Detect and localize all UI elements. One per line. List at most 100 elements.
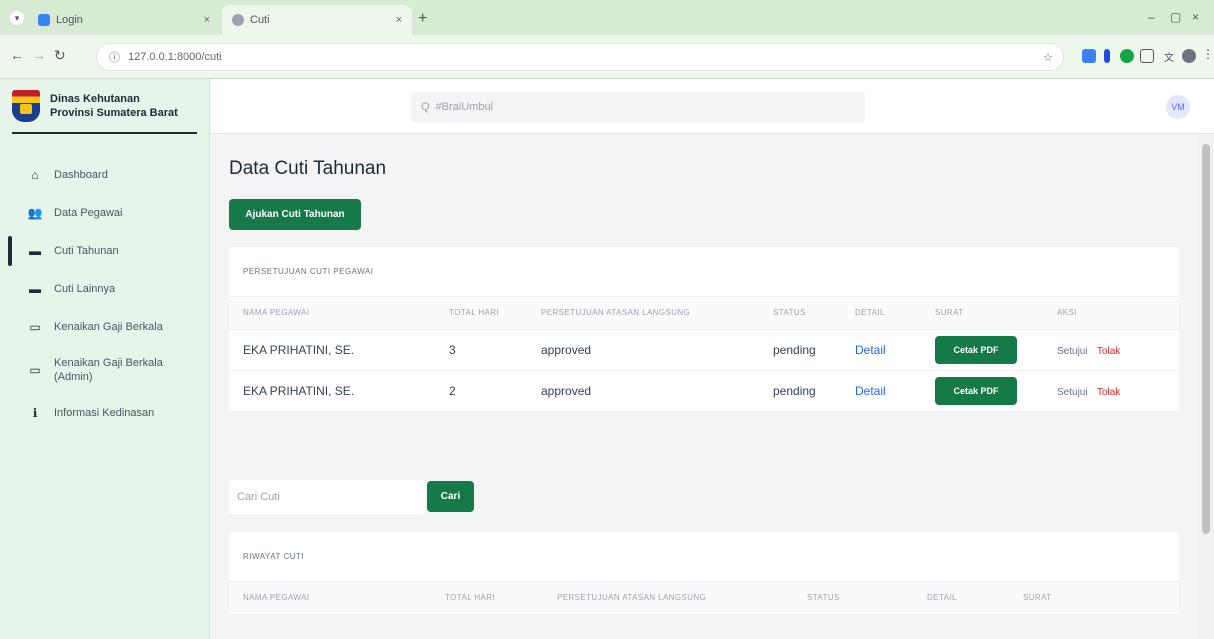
provincial-logo-icon [12,89,40,122]
cell-persetujuan: approved [541,370,773,412]
cari-cuti-input[interactable]: Cari Cuti [229,480,425,514]
globe-icon [232,14,244,26]
sidebar-item-label: Data Pegawai [54,207,123,219]
table-header-row: NAMA PEGAWAI TOTAL HARI PERSETUJUAN ATAS… [229,582,1179,615]
search-placeholder: #BraiUmbul [435,101,494,113]
cell-nama: EKA PRIHATINI, SE. [229,370,449,412]
detail-link[interactable]: Detail [855,384,886,398]
column-header: TOTAL HARI [445,582,557,615]
app-topbar: Q #BraiUmbul VM [211,79,1214,134]
reload-icon[interactable]: ↻ [54,47,66,64]
sidebar-item-label: Kenaikan Gaji Berkala [54,321,163,333]
folder-icon: ▬ [29,244,41,258]
folder-icon: ▬ [29,282,41,296]
sidebar-item-kenaikan-gaji-berkala-admin[interactable]: ▭ Kenaikan Gaji Berkala (Admin) [0,346,209,394]
history-card-heading: RIWAYAT CUTI [229,532,1179,582]
page-title: Data Cuti Tahunan [229,158,387,179]
setujui-button[interactable]: Setujui [1057,346,1088,357]
sidebar-item-label: Cuti Tahunan [54,245,119,257]
tab-cuti-title: Cuti [250,14,270,26]
cell-nama: EKA PRIHATINI, SE. [229,329,449,371]
site-info-icon[interactable]: ⓘ [109,49,120,65]
column-header: DETAIL [855,297,935,330]
sidebar: Dinas Kehutanan Provinsi Sumatera Barat … [0,79,210,639]
minimize-icon[interactable]: – [1148,10,1155,24]
column-header: NAMA PEGAWAI [229,297,449,330]
tab-close-icon[interactable]: × [204,14,210,26]
main-content: Data Cuti Tahunan Ajukan Cuti Tahunan PE… [211,134,1196,639]
downloads-icon[interactable] [1140,49,1154,63]
detail-link[interactable]: Detail [855,343,886,357]
global-search-input[interactable]: Q #BraiUmbul [411,92,865,122]
approval-card: PERSETUJUAN CUTI PEGAWAI NAMA PEGAWAI TO… [229,247,1179,412]
table-header-row: NAMA PEGAWAI TOTAL HARI PERSETUJUAN ATAS… [229,297,1179,330]
translate-icon[interactable]: 文 [1164,49,1178,64]
ajukan-cuti-tahunan-button[interactable]: Ajukan Cuti Tahunan [229,199,361,230]
column-header: NAMA PEGAWAI [229,582,445,615]
column-header: SURAT [1023,582,1179,615]
sidebar-item-label: Cuti Lainnya [54,283,116,295]
search-icon: Q [421,101,430,113]
brand[interactable]: Dinas Kehutanan Provinsi Sumatera Barat [12,79,197,134]
back-icon[interactable]: ← [10,47,24,63]
close-window-icon[interactable]: × [1192,10,1199,24]
cell-total-hari: 2 [449,370,541,412]
login-favicon-icon [38,14,50,26]
approval-table: NAMA PEGAWAI TOTAL HARI PERSETUJUAN ATAS… [229,297,1179,412]
brand-line-1: Dinas Kehutanan [50,92,140,105]
maximize-icon[interactable]: ▢ [1170,10,1181,24]
column-header: AKSI [1057,297,1179,330]
cetak-pdf-button[interactable]: Cetak PDF [935,376,1017,405]
tab-search-icon[interactable]: ▾ [10,11,24,25]
sidebar-item-cuti-lainnya[interactable]: ▬ Cuti Lainnya [0,270,209,308]
column-header: STATUS [807,582,927,615]
sidebar-item-label: Informasi Kedinasan [54,407,155,419]
sidebar-item-kenaikan-gaji-berkala[interactable]: ▭ Kenaikan Gaji Berkala [0,308,209,346]
kebab-menu-icon[interactable]: ⋮ [1202,47,1214,61]
sidebar-item-data-pegawai[interactable]: 👥 Data Pegawai [0,194,209,232]
cari-button[interactable]: Cari [427,481,474,512]
extension-icon[interactable] [1104,49,1110,63]
column-header: PERSETUJUAN ATASAN LANGSUNG [541,297,773,330]
url-text: 127.0.0.1:8000/cuti [128,51,222,63]
sidebar-menu: ⌂ Dashboard 👥 Data Pegawai ▬ Cuti Tahuna… [0,156,209,432]
history-card: RIWAYAT CUTI NAMA PEGAWAI TOTAL HARI PER… [229,532,1179,615]
cetak-pdf-button[interactable]: Cetak PDF [935,335,1017,364]
page-scrollbar[interactable] [1198,134,1214,639]
address-bar[interactable]: ⓘ 127.0.0.1:8000/cuti ☆ [96,43,1064,71]
sidebar-item-cuti-tahunan[interactable]: ▬ Cuti Tahunan [0,232,209,270]
info-icon: ℹ [32,406,38,420]
sidebar-item-dashboard[interactable]: ⌂ Dashboard [0,156,209,194]
avatar[interactable]: VM [1166,95,1190,119]
tab-cuti[interactable]: Cuti × [222,5,412,35]
tab-login-title: Login [56,14,83,26]
tab-close-icon[interactable]: × [396,14,402,26]
new-tab-button[interactable]: + [418,10,427,28]
column-header: SURAT [935,297,1057,330]
forward-icon[interactable]: → [32,47,46,63]
column-header: PERSETUJUAN ATASAN LANGSUNG [557,582,807,615]
tab-login[interactable]: Login × [28,5,220,35]
home-icon: ⌂ [31,168,39,182]
column-header: STATUS [773,297,855,330]
sidebar-item-informasi-kedinasan[interactable]: ℹ Informasi Kedinasan [0,394,209,432]
cell-status: pending [773,329,855,371]
tolak-button[interactable]: Tolak [1097,387,1120,398]
setujui-button[interactable]: Setujui [1057,387,1088,398]
extension-icon[interactable] [1082,49,1096,63]
profile-icon[interactable] [1182,49,1196,63]
cell-persetujuan: approved [541,329,773,371]
tolak-button[interactable]: Tolak [1097,346,1120,357]
sidebar-item-label: Kenaikan Gaji Berkala (Admin) [54,357,163,383]
column-header: TOTAL HARI [449,297,541,330]
table-row: EKA PRIHATINI, SE. 2 approved pending De… [229,370,1179,412]
cell-status: pending [773,370,855,412]
users-icon: 👥 [27,206,43,220]
brand-line-2: Provinsi Sumatera Barat [50,106,178,119]
cell-total-hari: 3 [449,329,541,371]
extension-icon[interactable] [1120,49,1134,63]
sidebar-item-label: Dashboard [54,169,108,181]
bookmark-star-icon[interactable]: ☆ [1043,51,1053,64]
scrollbar-thumb[interactable] [1202,144,1210,534]
column-header: DETAIL [927,582,1023,615]
